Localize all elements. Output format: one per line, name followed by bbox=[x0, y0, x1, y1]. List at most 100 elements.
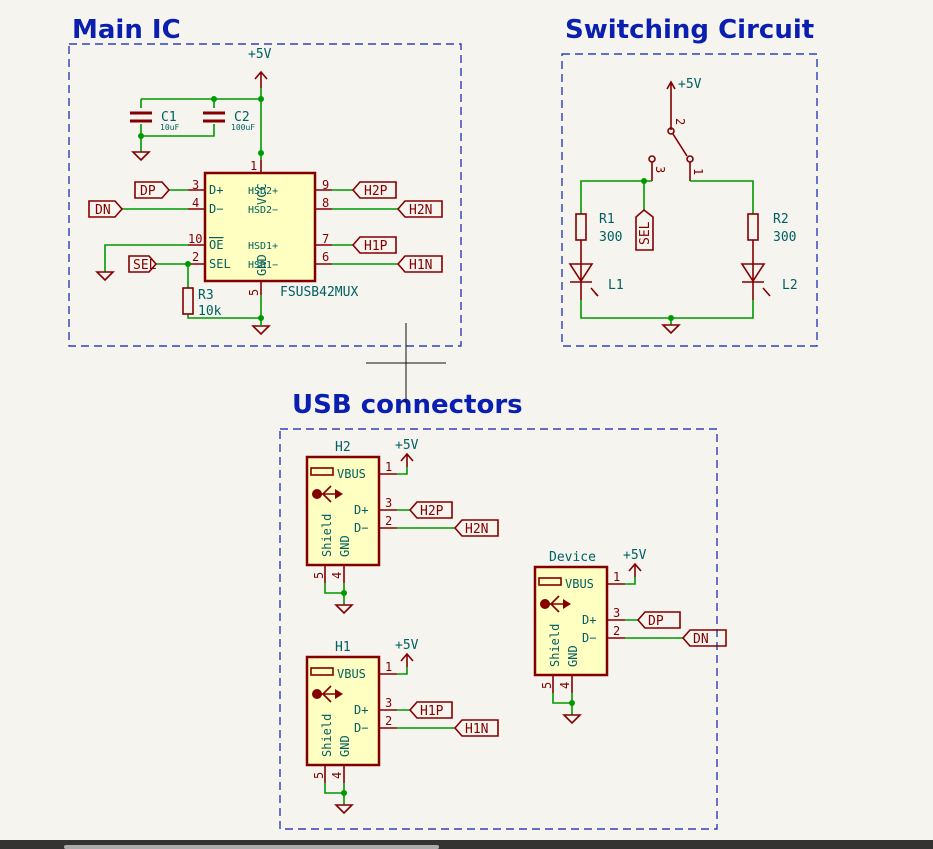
label-h2p[interactable]: H2P bbox=[351, 181, 397, 199]
svg-text:10k: 10k bbox=[198, 304, 222, 319]
svg-text:D+: D+ bbox=[354, 703, 368, 717]
label-h1n[interactable]: H1N bbox=[396, 255, 443, 273]
svg-text:SEL: SEL bbox=[133, 258, 157, 273]
power-arrow-icon bbox=[400, 452, 414, 467]
svg-text:R2: R2 bbox=[773, 212, 789, 227]
svg-text:SEL: SEL bbox=[209, 257, 231, 271]
svg-text:1: 1 bbox=[385, 460, 392, 474]
svg-text:GND: GND bbox=[566, 645, 580, 667]
svg-text:Shield: Shield bbox=[548, 624, 562, 667]
svg-text:1: 1 bbox=[385, 660, 392, 674]
ground-icon bbox=[562, 714, 582, 725]
section-title-main-ic: Main IC bbox=[72, 15, 181, 45]
svg-text:4: 4 bbox=[330, 772, 344, 779]
power-arrow-icon bbox=[254, 70, 268, 88]
svg-text:8: 8 bbox=[322, 196, 329, 210]
svg-text:3: 3 bbox=[613, 606, 620, 620]
svg-text:7: 7 bbox=[322, 232, 329, 246]
schematic-canvas[interactable]: Main IC Switching Circuit USB connectors… bbox=[0, 0, 933, 849]
ground-icon bbox=[131, 151, 151, 162]
power-arrow-icon bbox=[400, 652, 414, 667]
svg-text:H1: H1 bbox=[335, 640, 351, 655]
svg-text:HSD1+: HSD1+ bbox=[248, 241, 278, 252]
svg-text:R1: R1 bbox=[599, 212, 615, 227]
ground-icon bbox=[334, 604, 354, 615]
svg-text:D−: D− bbox=[209, 202, 223, 216]
label-sel[interactable]: SEL bbox=[128, 255, 158, 273]
svg-text:HSD1−: HSD1− bbox=[248, 260, 278, 271]
usb-connector-device[interactable]: Device VBUS D+ D− Shield GND 1 3 2 5 4 +5V DP DN bbox=[533, 548, 727, 725]
svg-text:3: 3 bbox=[385, 496, 392, 510]
horizontal-scrollbar[interactable] bbox=[64, 845, 439, 849]
svg-text:5: 5 bbox=[247, 289, 261, 296]
svg-text:DP: DP bbox=[648, 614, 664, 629]
svg-text:Shield: Shield bbox=[320, 514, 334, 557]
svg-text:5: 5 bbox=[540, 682, 554, 689]
svg-text:H1N: H1N bbox=[409, 258, 432, 273]
svg-text:2: 2 bbox=[673, 118, 687, 125]
svg-text:2: 2 bbox=[192, 250, 199, 264]
switch-lever bbox=[672, 133, 688, 157]
main-ic-group: +5V C1 10uF C2 100uF 1 VCC GND 5 3 D+ 4 … bbox=[88, 47, 443, 336]
power-label: +5V bbox=[248, 47, 272, 62]
label-h2p[interactable]: H2P bbox=[408, 501, 453, 519]
svg-text:H2N: H2N bbox=[465, 522, 488, 537]
label-dp[interactable]: DP bbox=[134, 181, 171, 199]
capacitor-icon bbox=[130, 111, 225, 123]
c1-value: 10uF bbox=[160, 123, 179, 132]
section-title-usb: USB connectors bbox=[292, 390, 523, 420]
svg-text:5: 5 bbox=[312, 572, 326, 579]
svg-text:Device: Device bbox=[549, 550, 596, 565]
label-h1p[interactable]: H1P bbox=[408, 701, 453, 719]
usb-connector-h2[interactable]: H2 VBUS D+ D− Shield GND 1 3 2 5 4 +5V H2P H2N bbox=[305, 438, 499, 615]
label-dn[interactable]: DN bbox=[681, 629, 727, 647]
svg-text:SEL: SEL bbox=[638, 221, 653, 245]
label-dp[interactable]: DP bbox=[636, 611, 681, 629]
usb-connector-h1[interactable]: H1 VBUS D+ D− Shield GND 1 3 2 5 4 +5V H1P H1N bbox=[305, 638, 499, 815]
switching-group: +5V 2 3 1 SEL R1 300 R2 300 L1 L2 bbox=[568, 77, 798, 335]
svg-text:4: 4 bbox=[192, 196, 199, 210]
svg-text:+5V: +5V bbox=[623, 548, 647, 563]
svg-text:D+: D+ bbox=[209, 183, 223, 197]
svg-text:HSD2−: HSD2− bbox=[248, 205, 278, 216]
label-h2n[interactable]: H2N bbox=[453, 519, 499, 537]
svg-text:D−: D− bbox=[354, 721, 368, 735]
svg-text:H1P: H1P bbox=[420, 704, 444, 719]
svg-text:4: 4 bbox=[330, 572, 344, 579]
svg-text:VBUS: VBUS bbox=[337, 467, 366, 481]
svg-text:4: 4 bbox=[558, 682, 572, 689]
svg-text:H2N: H2N bbox=[409, 203, 432, 218]
svg-text:DN: DN bbox=[693, 632, 709, 647]
svg-text:D−: D− bbox=[354, 521, 368, 535]
c2-value: 100uF bbox=[231, 123, 255, 132]
svg-text:DN: DN bbox=[95, 203, 111, 218]
svg-text:H2P: H2P bbox=[364, 184, 388, 199]
svg-text:1: 1 bbox=[613, 570, 620, 584]
label-h1n[interactable]: H1N bbox=[453, 719, 499, 737]
svg-text:Shield: Shield bbox=[320, 714, 334, 757]
label-h1p[interactable]: H1P bbox=[351, 236, 397, 254]
svg-text:2: 2 bbox=[613, 624, 620, 638]
svg-text:GND: GND bbox=[338, 535, 352, 557]
svg-text:D+: D+ bbox=[582, 613, 596, 627]
svg-text:300: 300 bbox=[599, 230, 622, 245]
section-title-switching: Switching Circuit bbox=[565, 15, 814, 45]
ground-icon bbox=[661, 324, 681, 335]
svg-text:L1: L1 bbox=[608, 278, 624, 293]
svg-text:3: 3 bbox=[653, 166, 667, 173]
svg-text:5: 5 bbox=[312, 772, 326, 779]
svg-text:2: 2 bbox=[385, 514, 392, 528]
resistor-r1 bbox=[575, 213, 587, 241]
label-dn[interactable]: DN bbox=[88, 200, 124, 218]
ic-ref: FSUSB42MUX bbox=[280, 285, 358, 300]
led-icon bbox=[568, 240, 771, 300]
svg-text:H1N: H1N bbox=[465, 722, 488, 737]
svg-text:HSD2+: HSD2+ bbox=[248, 186, 278, 197]
svg-text:+5V: +5V bbox=[678, 77, 702, 92]
svg-text:D+: D+ bbox=[354, 503, 368, 517]
svg-text:1: 1 bbox=[691, 168, 705, 175]
svg-text:2: 2 bbox=[385, 714, 392, 728]
label-h2n[interactable]: H2N bbox=[396, 200, 443, 218]
label-sel-switch[interactable]: SEL bbox=[635, 208, 654, 251]
svg-text:H2P: H2P bbox=[420, 504, 444, 519]
